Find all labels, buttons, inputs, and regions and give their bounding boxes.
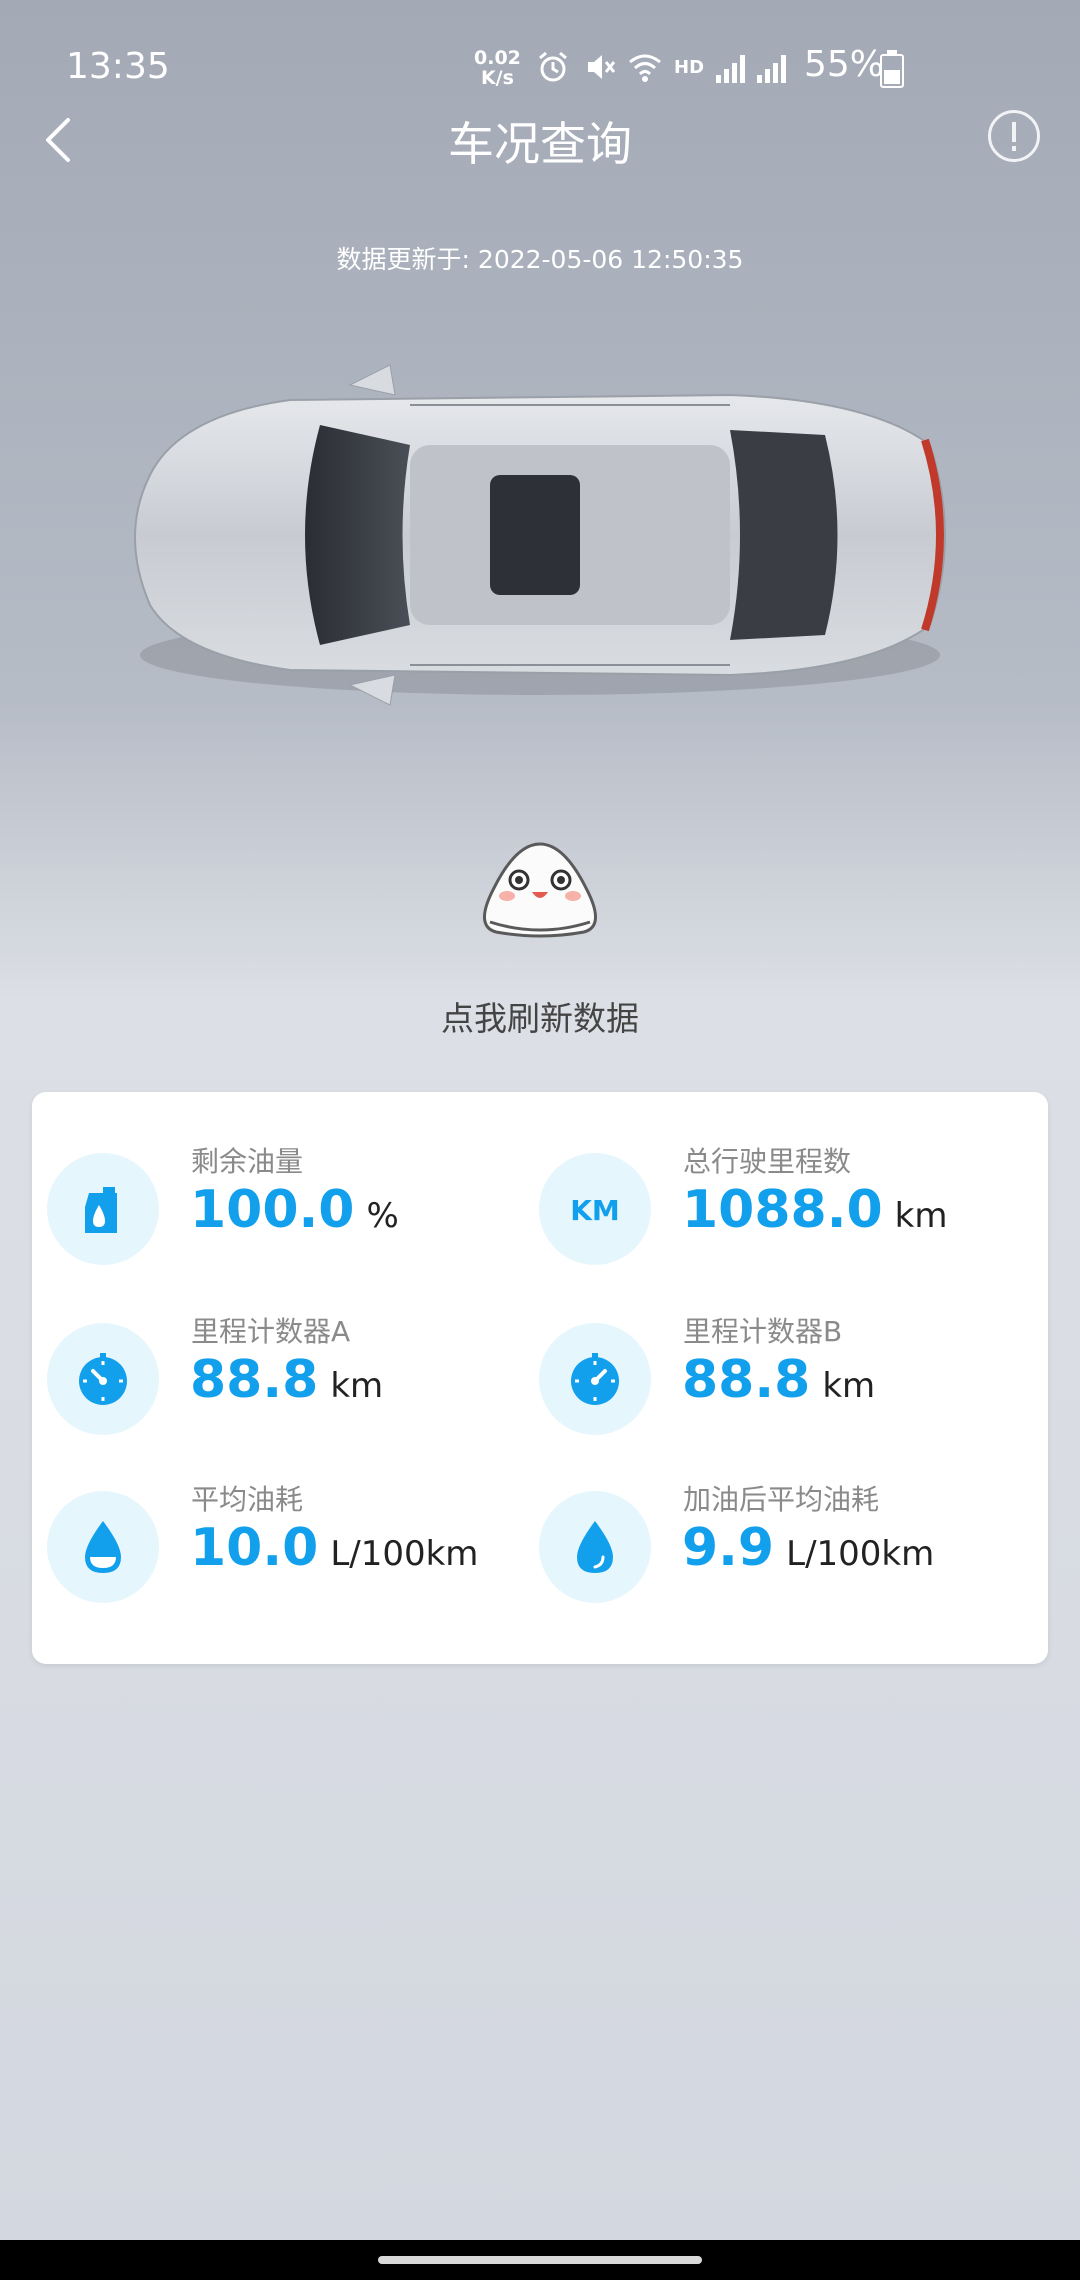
stat-value: 10.0 <box>190 1518 319 1578</box>
stat-label: 里程计数器A <box>191 1315 351 1348</box>
stat-avg-fuel-consumption: 平均油耗 10.0 L/100km <box>32 1476 522 1616</box>
stat-label: 加油后平均油耗 <box>683 1483 880 1516</box>
stat-avg-fuel-since-refuel: 加油后平均油耗 9.9 L/100km <box>524 1476 1014 1616</box>
stat-value: 100.0 <box>190 1180 355 1240</box>
stat-label: 里程计数器B <box>683 1315 843 1348</box>
stat-unit: % <box>366 1196 399 1236</box>
stat-value: 88.8 <box>682 1350 811 1410</box>
stat-trip-b: 里程计数器B 88.8 km <box>524 1308 1014 1448</box>
stat-value: 9.9 <box>682 1518 775 1578</box>
stat-unit: km <box>894 1196 948 1236</box>
km-icon-text: KM <box>570 1194 620 1227</box>
network-speed-value: 0.02 <box>474 47 521 69</box>
hd-label: HD <box>674 56 705 78</box>
vehicle-stats-card: 剩余油量 100.0% KM 总行驶里程数 1088.0 km 里程计数器A 88… <box>32 1092 1048 1664</box>
battery-percent: 55% <box>804 44 885 85</box>
mute-icon <box>588 55 616 79</box>
speedometer-icon <box>47 1323 159 1435</box>
signal-icon <box>757 51 787 83</box>
alarm-icon <box>539 51 567 82</box>
fuel-can-icon <box>47 1153 159 1265</box>
stat-unit: L/100km <box>786 1534 935 1574</box>
network-speed: 0.02 K/s <box>474 48 521 88</box>
stat-trip-a: 里程计数器A 88.8 km <box>32 1308 522 1448</box>
status-time: 13:35 <box>66 46 170 87</box>
status-icons: HD <box>536 50 787 84</box>
half-drop-icon <box>47 1491 159 1603</box>
stat-unit: km <box>330 1366 384 1406</box>
wifi-icon <box>629 54 661 82</box>
stat-fuel-remaining: 剩余油量 100.0% <box>32 1138 522 1278</box>
stat-value: 1088.0 <box>682 1180 883 1240</box>
stat-value: 88.8 <box>190 1350 319 1410</box>
stat-total-mileage: KM 总行驶里程数 1088.0 km <box>524 1138 1014 1278</box>
page-title: 车况查询 <box>448 117 632 171</box>
info-button[interactable] <box>988 110 1040 162</box>
car-top-view-image <box>134 364 946 706</box>
home-gesture-handle[interactable] <box>378 2256 702 2264</box>
stat-label: 剩余油量 <box>191 1145 304 1178</box>
stat-unit: L/100km <box>330 1534 479 1574</box>
drop-icon <box>539 1491 651 1603</box>
km-icon: KM <box>539 1153 651 1265</box>
refresh-mascot-icon[interactable] <box>474 838 606 938</box>
speedometer-icon <box>539 1323 651 1435</box>
refresh-label[interactable]: 点我刷新数据 <box>0 992 1080 1040</box>
network-speed-unit: K/s <box>480 67 514 89</box>
signal-icon <box>716 51 746 83</box>
stat-label: 平均油耗 <box>191 1483 304 1516</box>
stat-unit: km <box>822 1366 876 1406</box>
update-timestamp: 数据更新于: 2022-05-06 12:50:35 <box>336 245 744 274</box>
battery-icon <box>880 50 904 88</box>
stat-label: 总行驶里程数 <box>683 1145 852 1178</box>
